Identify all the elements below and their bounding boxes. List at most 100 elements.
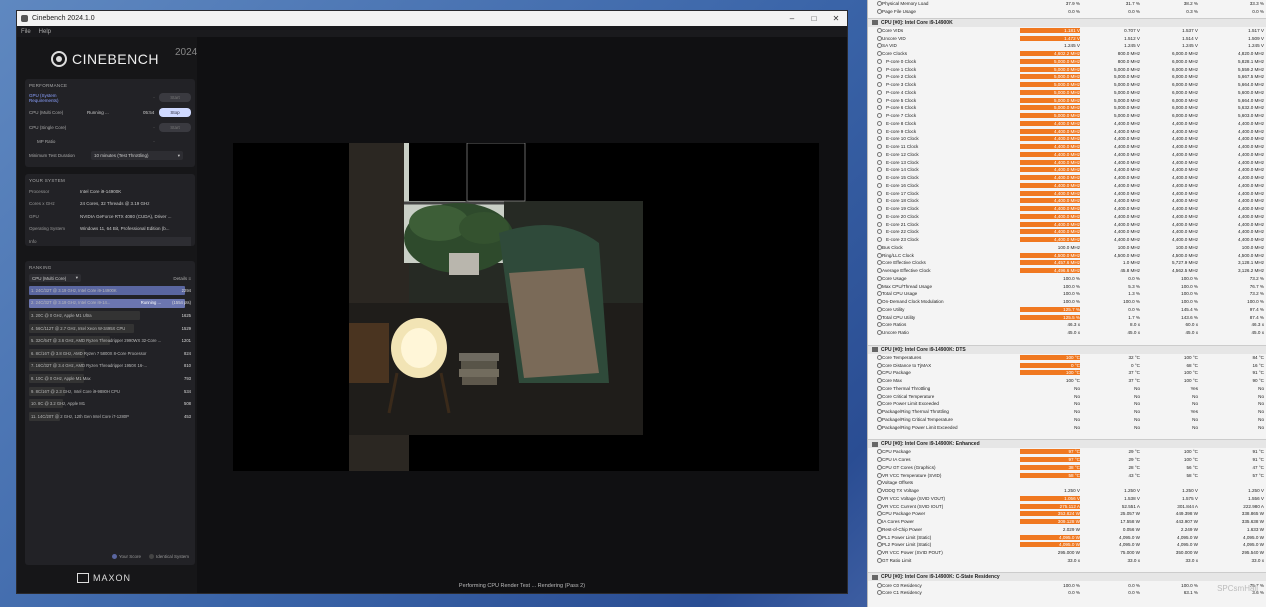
ranking-row[interactable]: 1. 24C/32T @ 3.19 GHz, Intel Core i9-149… — [25, 284, 195, 297]
sensor-row[interactable]: GT Ratio Limit 33.0 x 33.0 x 33.0 x 33.0 x — [868, 557, 1266, 565]
sensor-maximum: 100 °C — [1183, 378, 1198, 384]
minimize-button[interactable]: – — [781, 11, 803, 26]
sensor-row[interactable]: PL1 Power Limit (Static) 4,095.0 W 4,095.0… — [868, 533, 1266, 541]
sensor-row[interactable]: E-core 14 Clock 4,400.0 MHz 4,400.0 MHz 4,4… — [868, 166, 1266, 174]
sensor-row[interactable]: Uncore Ratio 45.0 x 45.0 x 45.0 x 45.0 x — [868, 329, 1266, 337]
sensor-row[interactable]: Package/Ring Critical Temperature No No No N… — [868, 416, 1266, 424]
sensor-row[interactable]: VR VCC Current (SVID IOUT) 275.112 A 52.55… — [868, 502, 1266, 510]
ranking-row[interactable]: 4. 56C/112T @ 2.7 GHz, Intel Xeon W-3495… — [25, 322, 195, 335]
menu-help[interactable]: Help — [39, 29, 51, 35]
sensor-row[interactable]: CPU Package 97 °C 29 °C 100 °C 91 °C — [868, 448, 1266, 456]
ranking-row[interactable]: 10. 8C @ 3.2 GHz, Apple M1 508 — [25, 397, 195, 410]
sensor-row[interactable]: Core Power Limit Exceeded No No No No — [868, 400, 1266, 408]
sensor-row[interactable]: CPU IA Cores 97 °C 29 °C 100 °C 91 °C — [868, 456, 1266, 464]
sensor-row[interactable]: E-core 23 Clock 4,400.0 MHz 4,400.0 MHz 4,4… — [868, 236, 1266, 244]
sensor-row[interactable]: E-core 18 Clock 4,400.0 MHz 4,400.0 MHz 4,4… — [868, 197, 1266, 205]
sensor-row[interactable]: CPU Package Power 353.824 W 25.057 W 449.39… — [868, 510, 1266, 518]
ranking-row[interactable]: 3. 20C @ 0 GHz, Apple M1 Ultra 1625 — [25, 309, 195, 322]
sensor-row[interactable]: Core Max 100 °C 37 °C 100 °C 90 °C — [868, 377, 1266, 385]
sensor-row[interactable]: Core C0 Residency 100.0 % 0.0 % 100.0 % 75.7… — [868, 581, 1266, 589]
sensor-row[interactable]: Voltage Offsets — [868, 479, 1266, 487]
gpu-start-button[interactable]: Start — [159, 93, 191, 102]
sensor-row[interactable]: E-core 13 Clock 4,400.0 MHz 4,400.0 MHz 4,4… — [868, 158, 1266, 166]
sensor-row[interactable]: Rest-of-Chip Power 2.029 W 0.056 W 2.249 W 1… — [868, 526, 1266, 534]
ranking-row[interactable]: 5. 32C/64T @ 3.6 GHz, AMD Ryzen Threadri… — [25, 334, 195, 347]
sensor-row[interactable]: Core Clocks 4,602.2 MHz 800.0 MHz 6,000.0 M… — [868, 50, 1266, 58]
sensor-row[interactable]: PL2 Power Limit (Static) 4,095.0 W 4,095.0… — [868, 541, 1266, 549]
sensor-row[interactable]: Core Distance to TjMAX 0 °C 0 °C 68 °C 16 °C — [868, 361, 1266, 369]
ranking-row[interactable]: 7. 16C/32T @ 3.4 GHz, AMD Ryzen Threadri… — [25, 360, 195, 373]
sensor-row[interactable]: Core Utility 125.7 % 0.0 % 145.4 % 97.4 % — [868, 306, 1266, 314]
sensor-row[interactable]: E-core 11 Clock 4,400.0 MHz 4,400.0 MHz 4,4… — [868, 143, 1266, 151]
sensor-row[interactable]: Core Critical Temperature No No No No — [868, 392, 1266, 400]
sensor-row[interactable]: Package/Ring Thermal Throttling No No Yes No — [868, 408, 1266, 416]
sensor-row[interactable]: Core Thermal Throttling No No Yes No — [868, 385, 1266, 393]
ranking-row[interactable]: 2. 24C/32T @ 3.19 GHz, Intel Core i9-14.… — [25, 297, 195, 310]
sensor-row[interactable]: E-core 9 Clock 4,400.0 MHz 4,400.0 MHz 4,40… — [868, 127, 1266, 135]
ranking-row[interactable]: 8. 10C @ 0 GHz, Apple M1 Max 793 — [25, 372, 195, 385]
info-field[interactable] — [80, 236, 191, 246]
sensor-row[interactable]: Core Ratios 46.3 x 8.0 x 60.0 x 46.3 x — [868, 321, 1266, 329]
sensor-row[interactable]: On-Demand Clock Modulation 100.0 % 100.0 %… — [868, 298, 1266, 306]
sensor-row[interactable]: Core VIDs 1.181 V 0.707 V 1.537 V 1.517 V — [868, 27, 1266, 35]
sensor-row[interactable]: E-core 16 Clock 4,400.0 MHz 4,400.0 MHz 4,4… — [868, 182, 1266, 190]
sensor-group-header[interactable]: CPU [#0]: Intel Core i9-14900K: DTS — [868, 344, 1266, 354]
sensor-row[interactable]: Max CPU/Thread Usage 100.0 % 5.3 % 100.0 % 7… — [868, 282, 1266, 290]
ranking-row[interactable]: 11. 14C/20T @ 2 GHz, 12th Gen Intel Core… — [25, 410, 195, 423]
sensor-row[interactable]: P-core 6 Clock 5,000.0 MHz 5,000.0 MHz 6,00… — [868, 104, 1266, 112]
cpu-single-start-button[interactable]: Start — [159, 123, 191, 132]
sensor-group-header[interactable]: CPU [#0]: Intel Core i9-14900K — [868, 17, 1266, 27]
sensor-row[interactable]: P-core 3 Clock 5,000.0 MHz 5,000.0 MHz 6,00… — [868, 81, 1266, 89]
sensor-name: SA VID — [882, 43, 897, 49]
sensor-row[interactable]: E-core 12 Clock 4,400.0 MHz 4,400.0 MHz 4,4… — [868, 151, 1266, 159]
sensor-row[interactable]: Bus Clock 100.0 MHz 100.0 MHz 100.0 MHz 100.… — [868, 244, 1266, 252]
sensor-row[interactable]: E-core 17 Clock 4,400.0 MHz 4,400.0 MHz 4,4… — [868, 189, 1266, 197]
sensor-group-header[interactable]: CPU [#0]: Intel Core i9-14900K: Enhanced — [868, 439, 1266, 448]
sensor-row[interactable]: Ring/LLC Clock 4,500.0 MHz 4,500.0 MHz 4,50… — [868, 251, 1266, 259]
sensor-row[interactable]: Core C1 Residency 0.0 % 0.0 % 63.1 % 3.6 % — [868, 589, 1266, 597]
close-button[interactable]: ✕ — [825, 11, 847, 26]
title-bar[interactable]: Cinebench 2024.1.0 – □ ✕ — [17, 11, 847, 26]
ranking-select[interactable]: CPU (Multi Core) ▾ — [29, 274, 81, 282]
sensor-row[interactable]: CPU Package 100 °C 37 °C 100 °C 91 °C — [868, 369, 1266, 377]
sensor-row[interactable]: Total CPU Utility 125.5 % 1.7 % 143.6 % 87.4… — [868, 313, 1266, 321]
stop-button[interactable]: Stop — [159, 108, 191, 117]
sensor-row[interactable]: Total CPU Usage 100.0 % 1.3 % 100.0 % 73.2 % — [868, 290, 1266, 298]
min-duration-select[interactable]: 10 minutes (Test Throttling) ▾ — [91, 151, 183, 160]
sensor-row[interactable]: P-core 0 Clock 5,000.0 MHz 800.0 MHz 6,000.… — [868, 58, 1266, 66]
sensor-row[interactable]: SA VID 1.245 V 1.245 V 1.245 V 1.245 V — [868, 42, 1266, 50]
menu-file[interactable]: File — [21, 29, 31, 35]
sensor-row[interactable]: Page File Usage 0.0 % 0.0 % 0.3 % 0.0 % — [868, 8, 1266, 16]
sensor-row[interactable]: VR VCC Voltage (SVID VOUT) 1.056 V 1.538 V… — [868, 495, 1266, 503]
sensor-current: 5,000.0 MHz — [1020, 89, 1080, 95]
sensor-row[interactable]: P-core 2 Clock 5,000.0 MHz 5,000.0 MHz 6,00… — [868, 73, 1266, 81]
ranking-row[interactable]: 6. 8C/16T @ 3.8 GHz, AMD Ryzen 7 5800X 8… — [25, 347, 195, 360]
details-toggle[interactable]: Details ≡ — [173, 276, 191, 281]
sensor-row[interactable]: Average Effective Clock 4,496.6 MHz 45.8 M… — [868, 267, 1266, 275]
sensor-row[interactable]: VDDQ TX Voltage 1.250 V 1.250 V 1.250 V 1.25… — [868, 487, 1266, 495]
sensor-row[interactable]: E-core 15 Clock 4,400.0 MHz 4,400.0 MHz 4,4… — [868, 174, 1266, 182]
sensor-row[interactable]: VR VCC Temperature (SVID) 58 °C 43 °C 58 °C… — [868, 471, 1266, 479]
sensor-row[interactable]: P-core 1 Clock 5,000.0 MHz 5,000.0 MHz 6,00… — [868, 65, 1266, 73]
ranking-row[interactable]: 9. 8C/16T @ 2.3 GHz, Intel Core i9-9880H… — [25, 385, 195, 398]
sensor-row[interactable]: Uncore VID 1.472 V 1.512 V 1.514 V 1.509 V — [868, 34, 1266, 42]
sensor-row[interactable]: Physical Memory Load 37.9 % 31.7 % 38.2 % 33… — [868, 0, 1266, 8]
sensor-row[interactable]: IA Cores Power 309.128 W 17.558 W 443.907 W… — [868, 518, 1266, 526]
sensor-row[interactable]: P-core 4 Clock 5,000.0 MHz 5,000.0 MHz 6,00… — [868, 89, 1266, 97]
sensor-row[interactable]: P-core 7 Clock 5,000.0 MHz 5,000.0 MHz 6,00… — [868, 112, 1266, 120]
sensor-row[interactable]: E-core 21 Clock 4,400.0 MHz 4,400.0 MHz 4,4… — [868, 220, 1266, 228]
sensor-row[interactable]: VR VCC Power (SVID POUT) 295.000 W 75.000 … — [868, 549, 1266, 557]
sensor-row[interactable]: Package/Ring Power Limit Exceeded No No No N… — [868, 423, 1266, 431]
sensor-row[interactable]: E-core 19 Clock 4,400.0 MHz 4,400.0 MHz 4,4… — [868, 205, 1266, 213]
sensor-group-header[interactable]: CPU [#0]: Intel Core i9-14900K: C-State … — [868, 572, 1266, 582]
sensor-row[interactable]: E-core 10 Clock 4,400.0 MHz 4,400.0 MHz 4,4… — [868, 135, 1266, 143]
sensor-row[interactable]: E-core 22 Clock 4,400.0 MHz 4,400.0 MHz 4,4… — [868, 228, 1266, 236]
sensor-row[interactable]: Core Effective Clocks 4,457.6 MHz 1.0 MHz 5… — [868, 259, 1266, 267]
sensor-row[interactable]: E-core 20 Clock 4,400.0 MHz 4,400.0 MHz 4,4… — [868, 213, 1266, 221]
sensor-row[interactable]: E-core 8 Clock 4,400.0 MHz 4,400.0 MHz 4,40… — [868, 120, 1266, 128]
maximize-button[interactable]: □ — [803, 11, 825, 26]
sensor-row[interactable]: Core Usage 100.0 % 0.0 % 100.0 % 73.2 % — [868, 275, 1266, 283]
sensor-row[interactable]: Core Temperatures 100 °C 32 °C 100 °C 84 °C — [868, 354, 1266, 362]
sensor-row[interactable]: CPU GT Cores (Graphics) 38 °C 28 °C 56 °C 47… — [868, 464, 1266, 472]
sensor-row[interactable]: P-core 5 Clock 5,000.0 MHz 5,000.0 MHz 6,00… — [868, 96, 1266, 104]
